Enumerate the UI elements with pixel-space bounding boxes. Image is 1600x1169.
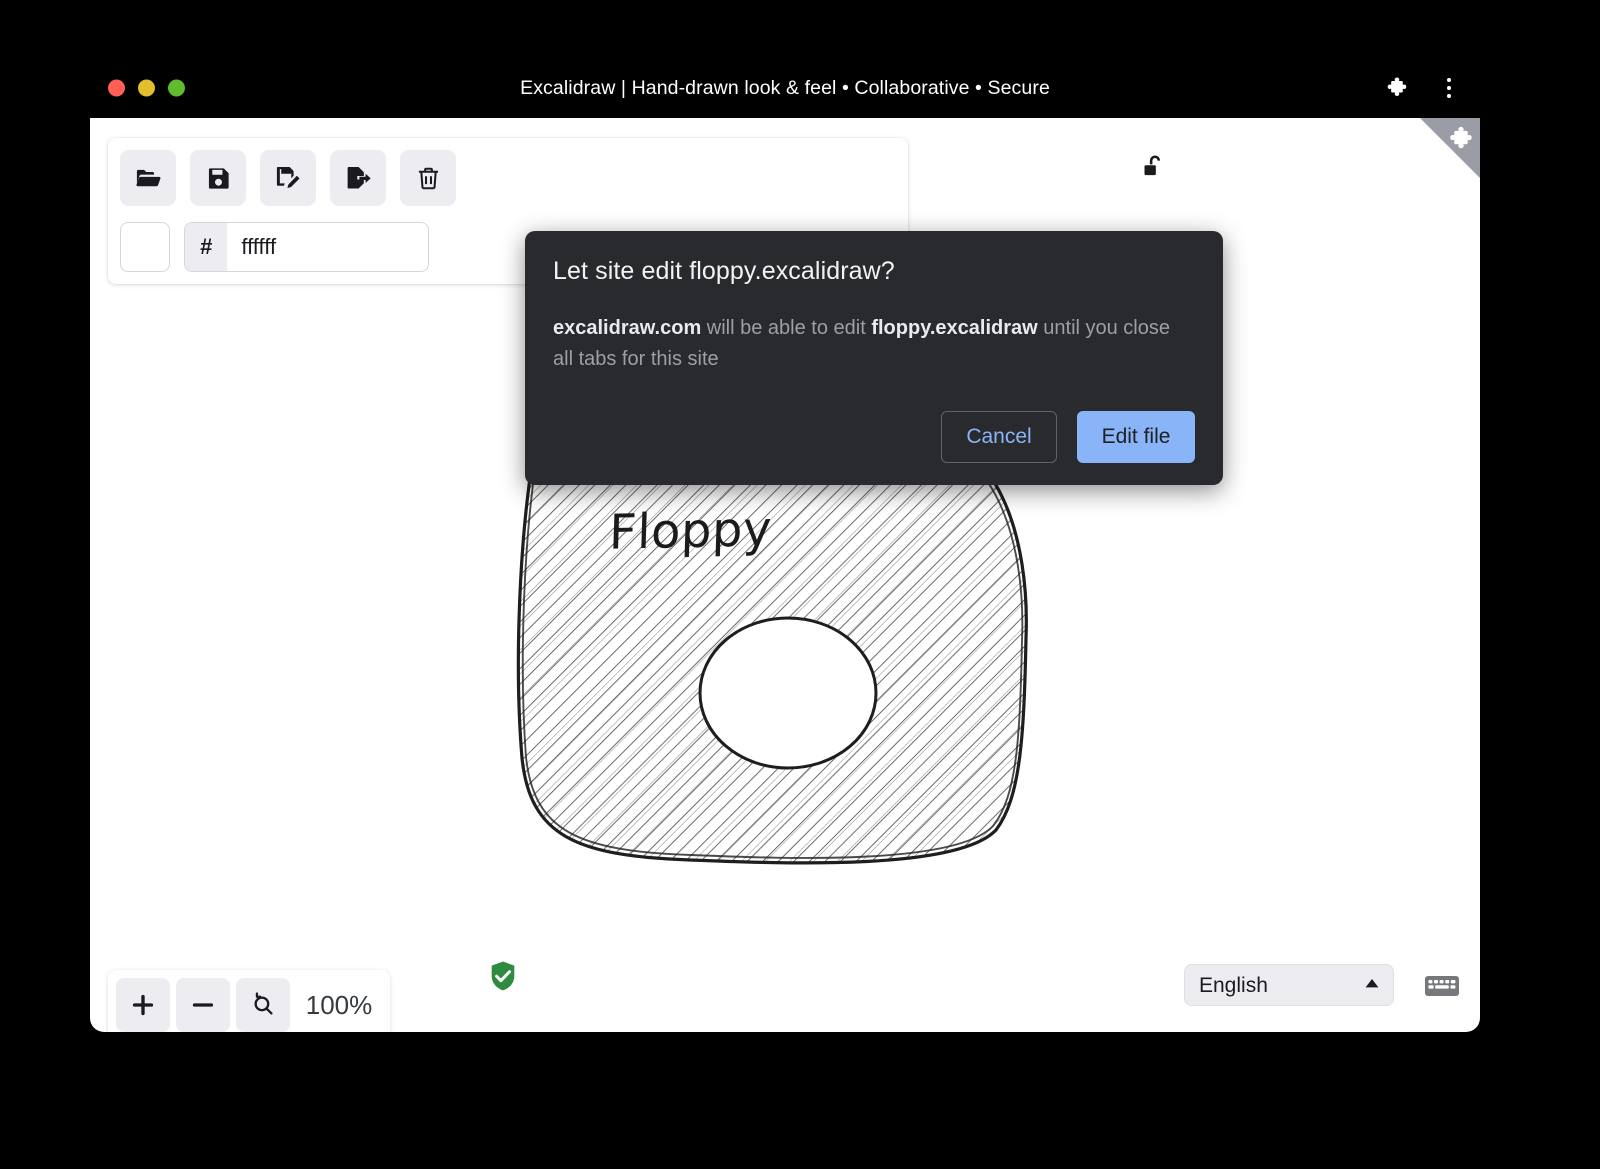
unlocked-padlock-icon xyxy=(1142,153,1168,183)
dialog-actions: Cancel Edit file xyxy=(553,411,1195,463)
reset-zoom-button[interactable] xyxy=(236,978,290,1032)
extension-corner-badge[interactable] xyxy=(1418,118,1480,180)
cancel-button[interactable]: Cancel xyxy=(941,411,1057,463)
trash-icon xyxy=(415,165,442,192)
floppy-save-icon xyxy=(205,165,232,192)
file-export-icon xyxy=(344,164,372,192)
open-file-button[interactable] xyxy=(120,150,176,206)
hash-prefix: # xyxy=(185,223,227,271)
excalidraw-canvas-area[interactable]: Floppy xyxy=(90,118,1480,1032)
file-tool-row xyxy=(120,150,896,206)
delete-canvas-button[interactable] xyxy=(400,150,456,206)
save-file-button[interactable] xyxy=(190,150,246,206)
maximize-window-button[interactable] xyxy=(168,80,185,97)
folder-open-icon xyxy=(134,164,162,192)
shield-check-icon[interactable] xyxy=(488,960,518,997)
canvas-lock-button[interactable] xyxy=(1135,148,1175,188)
browser-toolbar-right xyxy=(1382,73,1464,103)
floppy-label-text: Floppy xyxy=(597,501,784,561)
zoom-out-button[interactable] xyxy=(176,978,230,1032)
dialog-body: excalidraw.com will be able to edit flop… xyxy=(553,313,1193,375)
dialog-body-mid: will be able to edit xyxy=(701,317,871,339)
window-traffic-lights xyxy=(108,80,185,97)
puzzle-piece-icon[interactable] xyxy=(1382,73,1412,103)
screenshot-stage: Excalidraw | Hand-drawn look & feel • Co… xyxy=(0,0,1600,1169)
dialog-origin: excalidraw.com xyxy=(553,317,701,339)
three-dot-menu-icon[interactable] xyxy=(1434,73,1464,103)
floppy-edit-icon xyxy=(274,164,302,192)
hex-color-input[interactable] xyxy=(227,223,428,271)
export-file-button[interactable] xyxy=(330,150,386,206)
keyboard-icon xyxy=(1424,973,1460,999)
dialog-filename: floppy.excalidraw xyxy=(871,317,1037,339)
language-select[interactable]: English xyxy=(1184,964,1394,1006)
browser-window: Excalidraw | Hand-drawn look & feel • Co… xyxy=(90,58,1480,1032)
browser-title-bar: Excalidraw | Hand-drawn look & feel • Co… xyxy=(90,58,1480,118)
window-title: Excalidraw | Hand-drawn look & feel • Co… xyxy=(90,77,1480,100)
zoom-level-label[interactable]: 100% xyxy=(296,990,382,1021)
file-permission-dialog: Let site edit floppy.excalidraw? excalid… xyxy=(525,231,1223,485)
language-controls: English xyxy=(1184,964,1394,1006)
plus-icon xyxy=(130,992,156,1018)
save-as-file-button[interactable] xyxy=(260,150,316,206)
zoom-in-button[interactable] xyxy=(116,978,170,1032)
minus-icon xyxy=(190,992,216,1018)
edit-file-button[interactable]: Edit file xyxy=(1077,411,1195,463)
minimize-window-button[interactable] xyxy=(138,80,155,97)
language-select-box[interactable]: English xyxy=(1184,964,1394,1006)
close-window-button[interactable] xyxy=(108,80,125,97)
dialog-title: Let site edit floppy.excalidraw? xyxy=(553,257,1195,286)
hex-color-field[interactable]: # xyxy=(184,222,429,272)
keyboard-shortcuts-button[interactable] xyxy=(1424,973,1460,1002)
zoom-control-group: 100% xyxy=(108,970,390,1032)
puzzle-piece-icon xyxy=(1446,124,1476,154)
color-swatch-button[interactable] xyxy=(120,222,170,272)
reset-zoom-icon xyxy=(250,992,276,1018)
